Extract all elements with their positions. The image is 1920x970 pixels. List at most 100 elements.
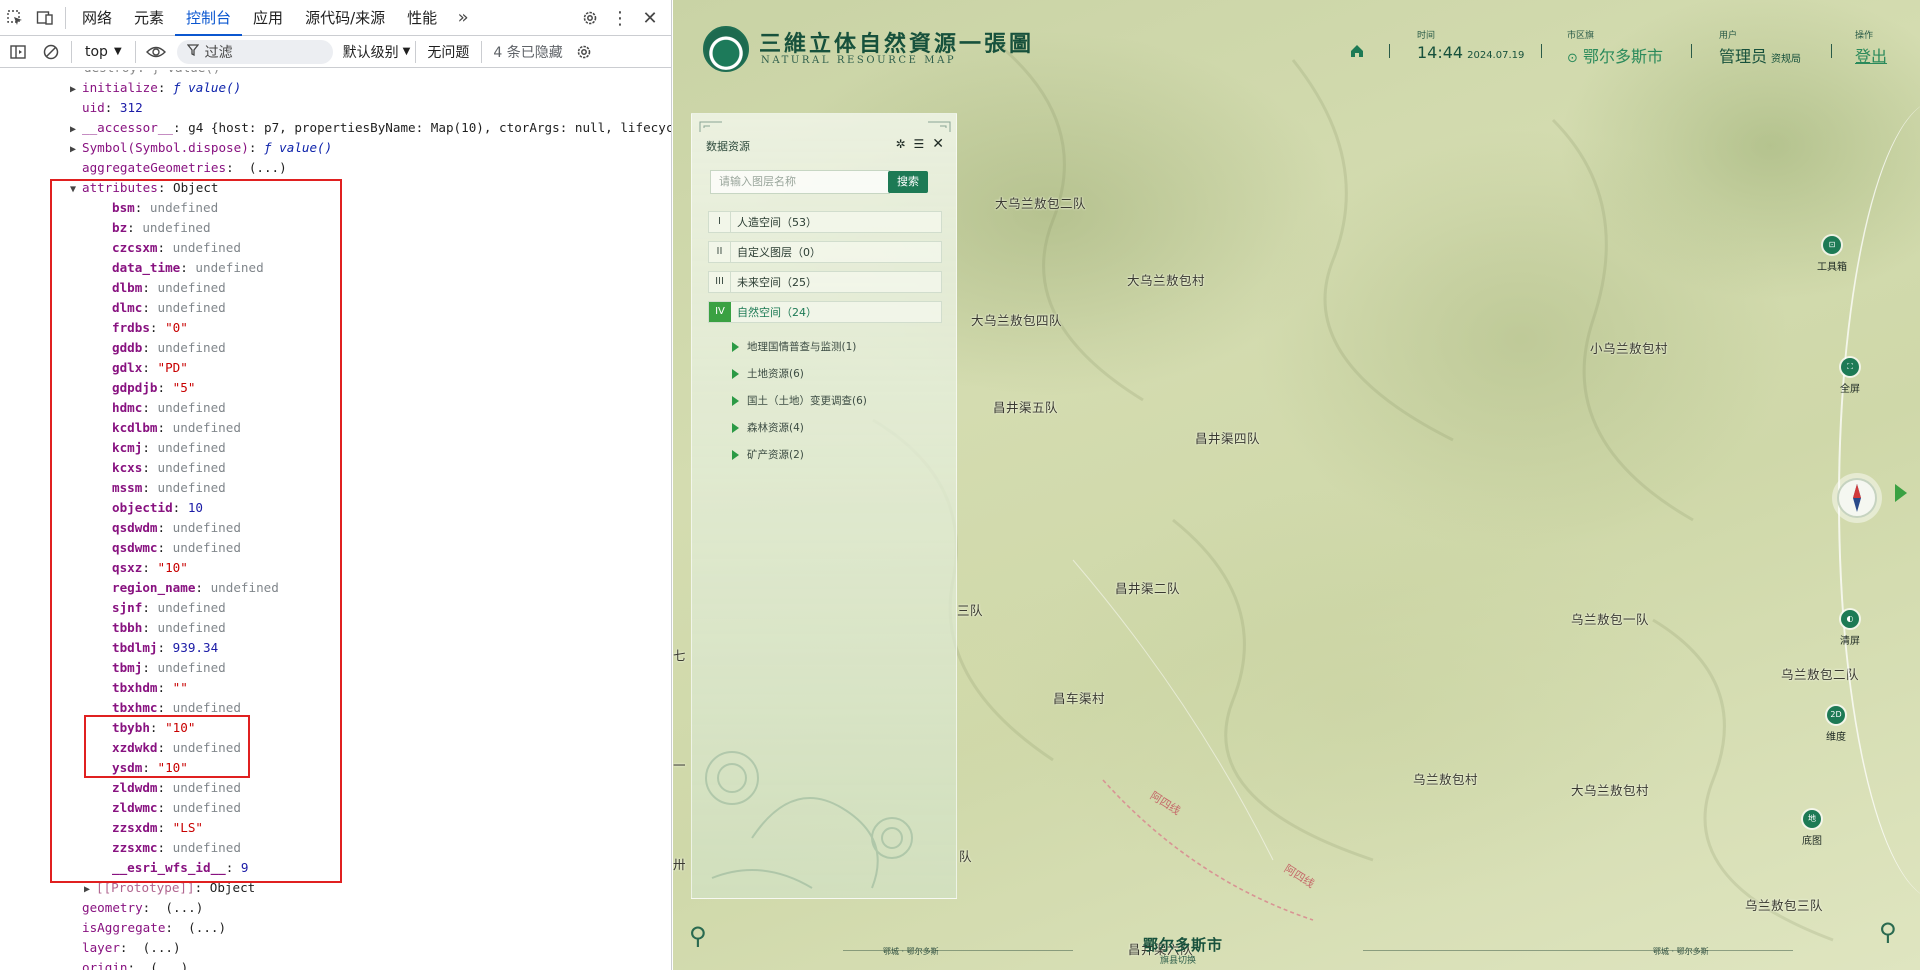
more-options-icon[interactable]: ⋮ [605,0,635,36]
data-resource-panel: 数据资源 ✲ ☰ ✕ 请输入图层名称 搜索 I 人造空间（53） II 自定义图… [691,113,957,899]
expand-arrow-icon [732,368,739,379]
category-number: III [709,272,731,292]
console-property-line: geometry: (...) [82,898,203,918]
place-label: 乌兰敖包村 [1413,772,1479,787]
layer-search-input[interactable]: 请输入图层名称 [710,170,890,194]
panel-list-icon[interactable]: ☰ [914,137,925,151]
region-value: 鄂尔多斯市 [1583,47,1664,66]
expand-triangle-icon[interactable]: ▶ [70,80,82,100]
console-property-line: layer: (...) [82,938,181,958]
clear-screen-button[interactable]: ◐ 清屏 [1825,610,1875,647]
sidebar-toggle-icon[interactable] [0,34,36,70]
category-label: 人造空间（53） [737,216,817,229]
app-title: 三維立体自然資源一張圖 [759,31,1035,57]
category-natural-space[interactable]: IV 自然空间（24） [708,301,942,323]
console-property-line[interactable]: ▶ Symbol(Symbol.dispose): ƒ value() [70,138,332,158]
expand-triangle-icon[interactable]: ▶ [70,140,82,160]
filter-input[interactable]: 过滤 [176,39,333,64]
region-selector[interactable]: 市区旗 ⊙ 鄂尔多斯市 [1567,28,1663,67]
sub-layer-item[interactable]: 土地资源(6) [732,366,804,381]
context-selector[interactable]: top ▼ [77,44,130,60]
live-expression-eye-icon[interactable] [141,34,171,70]
sub-layer-item[interactable]: 地理国情普查与监测(1) [732,339,856,354]
basemap-button[interactable]: 地底图 [1787,810,1837,847]
place-label: 队 [959,849,973,864]
sub-layer-label: 国土（土地）变更调查(6) [747,395,867,407]
region-label: 市区旗 [1567,31,1595,41]
toolbox-button[interactable]: ⊡ 工具箱 [1807,236,1857,273]
wind-turbine-icon: ⚲ [689,922,707,950]
console-property-line: aggregateGeometries: (...) [82,158,287,178]
current-region-title[interactable]: 鄂尔多斯市 [1143,934,1223,955]
toolbox-icon: ⊡ [1823,236,1841,254]
tab-elements[interactable]: 元素 [123,0,175,36]
log-level-selector[interactable]: 默认级别 ▼ [343,42,411,62]
property-value: (...) [150,960,189,970]
property-key: aggregateGeometries [82,160,227,175]
expand-triangle-icon[interactable]: ▶ [84,880,96,900]
tool-label: 工具箱 [1817,262,1847,273]
sub-layer-item[interactable]: 国土（土地）变更调查(6) [732,393,867,408]
console-settings-gear-icon[interactable] [569,34,599,70]
console-property-line: isAggregate: (...) [82,918,226,938]
more-tabs-icon[interactable]: » [448,0,478,36]
category-man-made-space[interactable]: I 人造空间（53） [708,211,942,233]
tab-application[interactable]: 应用 [242,0,294,36]
property-separator: : [173,120,189,135]
basemap-icon: 地 [1803,810,1821,828]
tab-sources[interactable]: 源代码/来源 [294,0,396,36]
console-property-line: origin: (...) [82,958,188,970]
fullscreen-button[interactable]: ⛶ 全屏 [1825,358,1875,395]
category-number: I [709,212,731,232]
user-info: 用户 管理员 资规局 [1719,28,1801,67]
tab-network[interactable]: 网络 [71,0,123,36]
inspect-element-icon[interactable] [0,0,30,36]
property-value: (...) [142,940,181,955]
operation-area: 操作 登出 [1855,28,1887,67]
clock-date: 2024.07.19 [1467,50,1525,61]
clear-console-icon[interactable] [36,34,66,70]
settings-gear-icon[interactable] [575,0,605,36]
place-label: 昌井渠四队 [1195,431,1261,446]
category-number: II [709,242,731,262]
expand-triangle-icon[interactable]: ▶ [70,120,82,140]
property-key: isAggregate [82,920,166,935]
divider [1389,44,1390,58]
panel-close-icon[interactable]: ✕ [932,136,944,152]
sub-layer-item[interactable]: 矿产资源(2) [732,447,804,462]
property-separator: : [165,920,189,935]
tab-performance[interactable]: 性能 [396,0,448,36]
user-name: 管理员 [1719,47,1768,66]
place-label: 昌井渠二队 [1115,581,1181,596]
tab-console[interactable]: 控制台 [175,0,243,36]
property-separator: : [142,900,166,915]
panel-expand-arrow-icon[interactable] [1895,484,1907,502]
compass-icon[interactable] [1837,478,1877,518]
wind-turbine-icon: ⚲ [1879,918,1897,946]
console-property-line[interactable]: ▶ __accessor__: g4 {host: p7, propertiesB… [70,118,671,138]
panel-toolbar: ✲ ☰ ✕ [895,136,944,152]
home-icon[interactable] [1349,43,1365,59]
region-value-row: ⊙ 鄂尔多斯市 [1567,43,1663,67]
search-button[interactable]: 搜索 [888,171,928,193]
logout-link[interactable]: 登出 [1855,43,1887,67]
category-custom-layers[interactable]: II 自定义图层（0） [708,241,942,263]
property-separator: : [104,100,120,115]
place-label: 大乌兰敖包二队 [995,196,1087,211]
place-label: 乌兰敖包三队 [1745,898,1824,913]
device-toolbar-icon[interactable] [30,0,60,36]
console-toolbar: top ▼ 过滤 默认级别 ▼ 无问题 4 条已隐藏 [0,36,671,68]
region-switch-label[interactable]: 旗县切换 [1160,953,1196,966]
sub-layer-item[interactable]: 森林资源(4) [732,420,804,435]
divider [481,40,483,63]
map-viewport[interactable]: 三維立体自然資源一張圖 NATURAL RESOURCE MAP 时间 14:4… [673,0,1920,970]
location-pin-icon: ⊙ [1567,51,1578,66]
context-value: top [85,43,108,60]
dimension-toggle-button[interactable]: 2D 维度 [1811,706,1861,743]
panel-settings-icon[interactable]: ✲ [895,137,905,151]
category-future-space[interactable]: III 未来空间（25） [708,271,942,293]
console-property-line[interactable]: ▶ initialize: ƒ value() [70,78,241,98]
user-value-row: 管理员 资规局 [1719,43,1801,67]
close-devtools-icon[interactable]: ✕ [635,0,665,36]
issues-counter[interactable]: 无问题 [427,42,469,62]
